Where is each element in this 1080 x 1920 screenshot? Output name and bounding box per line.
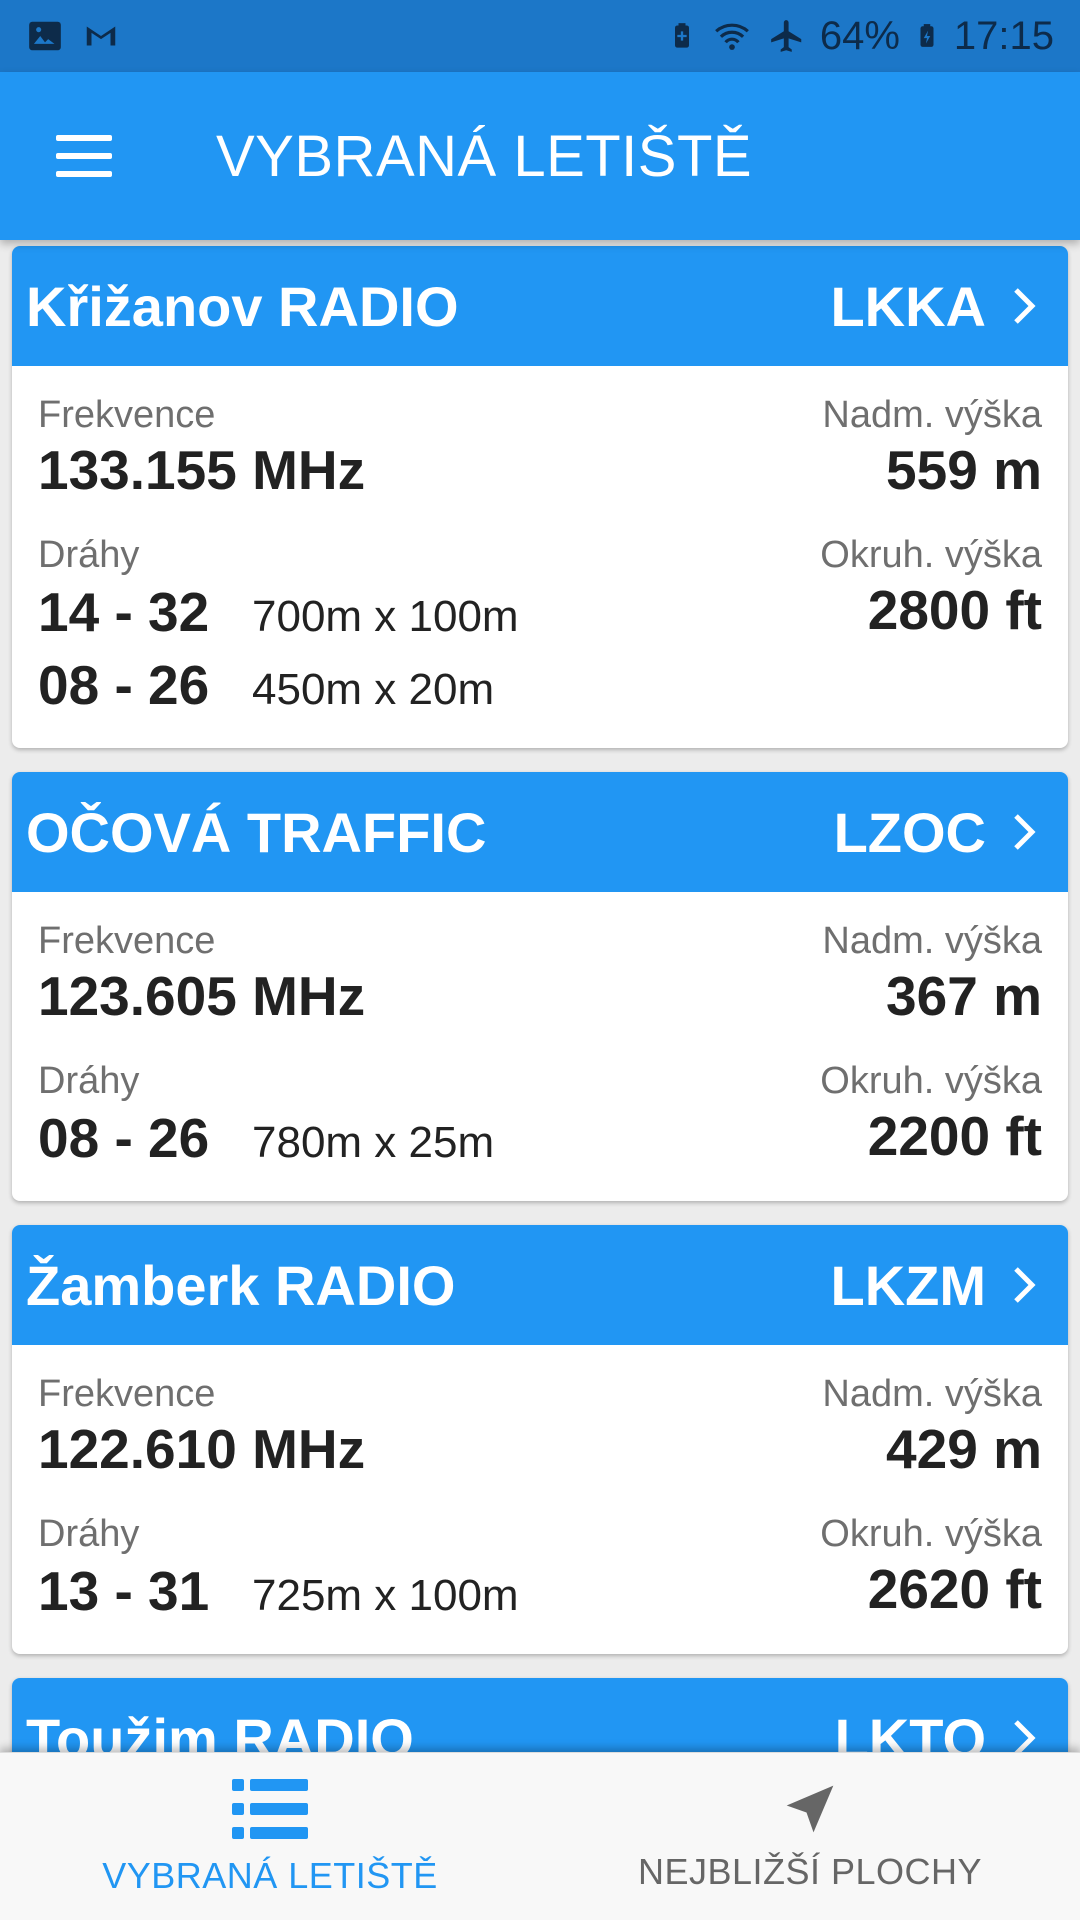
page-title: VYBRANÁ LETIŠTĚ [216,123,753,189]
chevron-right-icon [1014,1267,1036,1303]
circuit-altitude-value: 2800 ft [867,579,1042,641]
circuit-altitude-label: Okruh. výška [820,1513,1042,1555]
nav-selected-airports[interactable]: VYBRANÁ LETIŠTĚ [0,1753,540,1920]
airport-card-header[interactable]: OČOVÁ TRAFFIC LZOC [12,772,1068,892]
status-bar: 64% 17:15 [0,0,1080,72]
runway-dimensions: 450m x 20m [252,665,495,714]
list-icon [232,1779,308,1839]
runway-id: 08 - 26 [38,654,210,716]
nav-label: NEJBLIŽŠÍ PLOCHY [637,1851,983,1892]
airport-code: LKKA [830,274,986,338]
battery-saver-icon [674,23,689,48]
hamburger-menu-icon[interactable] [56,135,112,177]
airport-name: Žamberk RADIO [26,1253,456,1317]
airport-card[interactable]: OČOVÁ TRAFFIC LZOC Frekvence 123.605 MHz… [12,772,1068,1201]
circuit-altitude-label: Okruh. výška [820,1060,1042,1102]
frequency-value: 122.610 MHz [38,1418,366,1480]
runway-dimensions: 725m x 100m [252,1571,519,1620]
airport-card[interactable]: Křižanov RADIO LKKA Frekvence 133.155 MH… [12,246,1068,748]
circuit-altitude-value: 2620 ft [867,1558,1042,1620]
bottom-navigation: VYBRANÁ LETIŠTĚ NEJBLIŽŠÍ PLOCHY [0,1752,1080,1920]
chevron-right-icon [1014,288,1036,324]
airplane-icon [770,20,802,52]
app-bar: VYBRANÁ LETIŠTĚ [0,72,1080,240]
frequency-label: Frekvence [38,394,216,436]
runway-row: 08 - 26 450m x 20m [38,651,519,724]
battery-percent: 64% [819,13,900,58]
battery-icon [920,24,934,47]
runway-id: 14 - 32 [38,581,210,643]
frequency-label: Frekvence [38,920,216,962]
elevation-label: Nadm. výška [822,920,1042,962]
airport-name: Křižanov RADIO [26,274,459,338]
elevation-value: 367 m [886,965,1042,1027]
frequency-value: 123.605 MHz [38,965,366,1027]
runway-dimensions: 700m x 100m [252,592,519,641]
wifi-icon [714,23,749,50]
elevation-value: 559 m [886,439,1042,501]
circuit-altitude-label: Okruh. výška [820,534,1042,576]
airport-card-header[interactable]: Toužim RADIO LKTO [12,1678,1068,1752]
frequency-label: Frekvence [38,1373,216,1415]
runway-id: 13 - 31 [38,1560,210,1622]
airport-name: OČOVÁ TRAFFIC [26,800,487,864]
nav-label: VYBRANÁ LETIŠTĚ [102,1855,438,1896]
airport-card-header[interactable]: Křižanov RADIO LKKA [12,246,1068,366]
airport-card[interactable]: Toužim RADIO LKTO [12,1678,1068,1752]
runway-dimensions: 780m x 25m [252,1118,495,1167]
chevron-right-icon [1014,814,1036,850]
runways-label: Dráhy [38,534,140,576]
elevation-label: Nadm. výška [822,1373,1042,1415]
navigation-arrow-icon [786,1785,834,1833]
nav-nearest-fields[interactable]: NEJBLIŽŠÍ PLOCHY [540,1753,1080,1920]
runway-id: 08 - 26 [38,1107,210,1169]
airport-code: LZOC [833,800,986,864]
airport-card-header[interactable]: Žamberk RADIO LKZM [12,1225,1068,1345]
airport-code: LKZM [830,1253,986,1317]
runways-label: Dráhy [38,1513,140,1555]
elevation-value: 429 m [886,1418,1042,1480]
elevation-label: Nadm. výška [822,394,1042,436]
airport-list[interactable]: Křižanov RADIO LKKA Frekvence 133.155 MH… [0,240,1080,1752]
frequency-value: 133.155 MHz [38,439,366,501]
circuit-altitude-value: 2200 ft [867,1105,1042,1167]
airport-code: LKTO [834,1706,986,1753]
runway-row: 08 - 26 780m x 25m [38,1104,494,1177]
gmail-icon [86,26,116,46]
runway-row: 13 - 31 725m x 100m [38,1557,519,1630]
runways-label: Dráhy [38,1060,140,1102]
runway-row: 14 - 32 700m x 100m [38,578,519,651]
image-icon [29,21,61,51]
clock: 17:15 [953,13,1054,58]
airport-card[interactable]: Žamberk RADIO LKZM Frekvence 122.610 MHz… [12,1225,1068,1654]
chevron-right-icon [1014,1720,1036,1752]
airport-name: Toužim RADIO [26,1706,414,1753]
